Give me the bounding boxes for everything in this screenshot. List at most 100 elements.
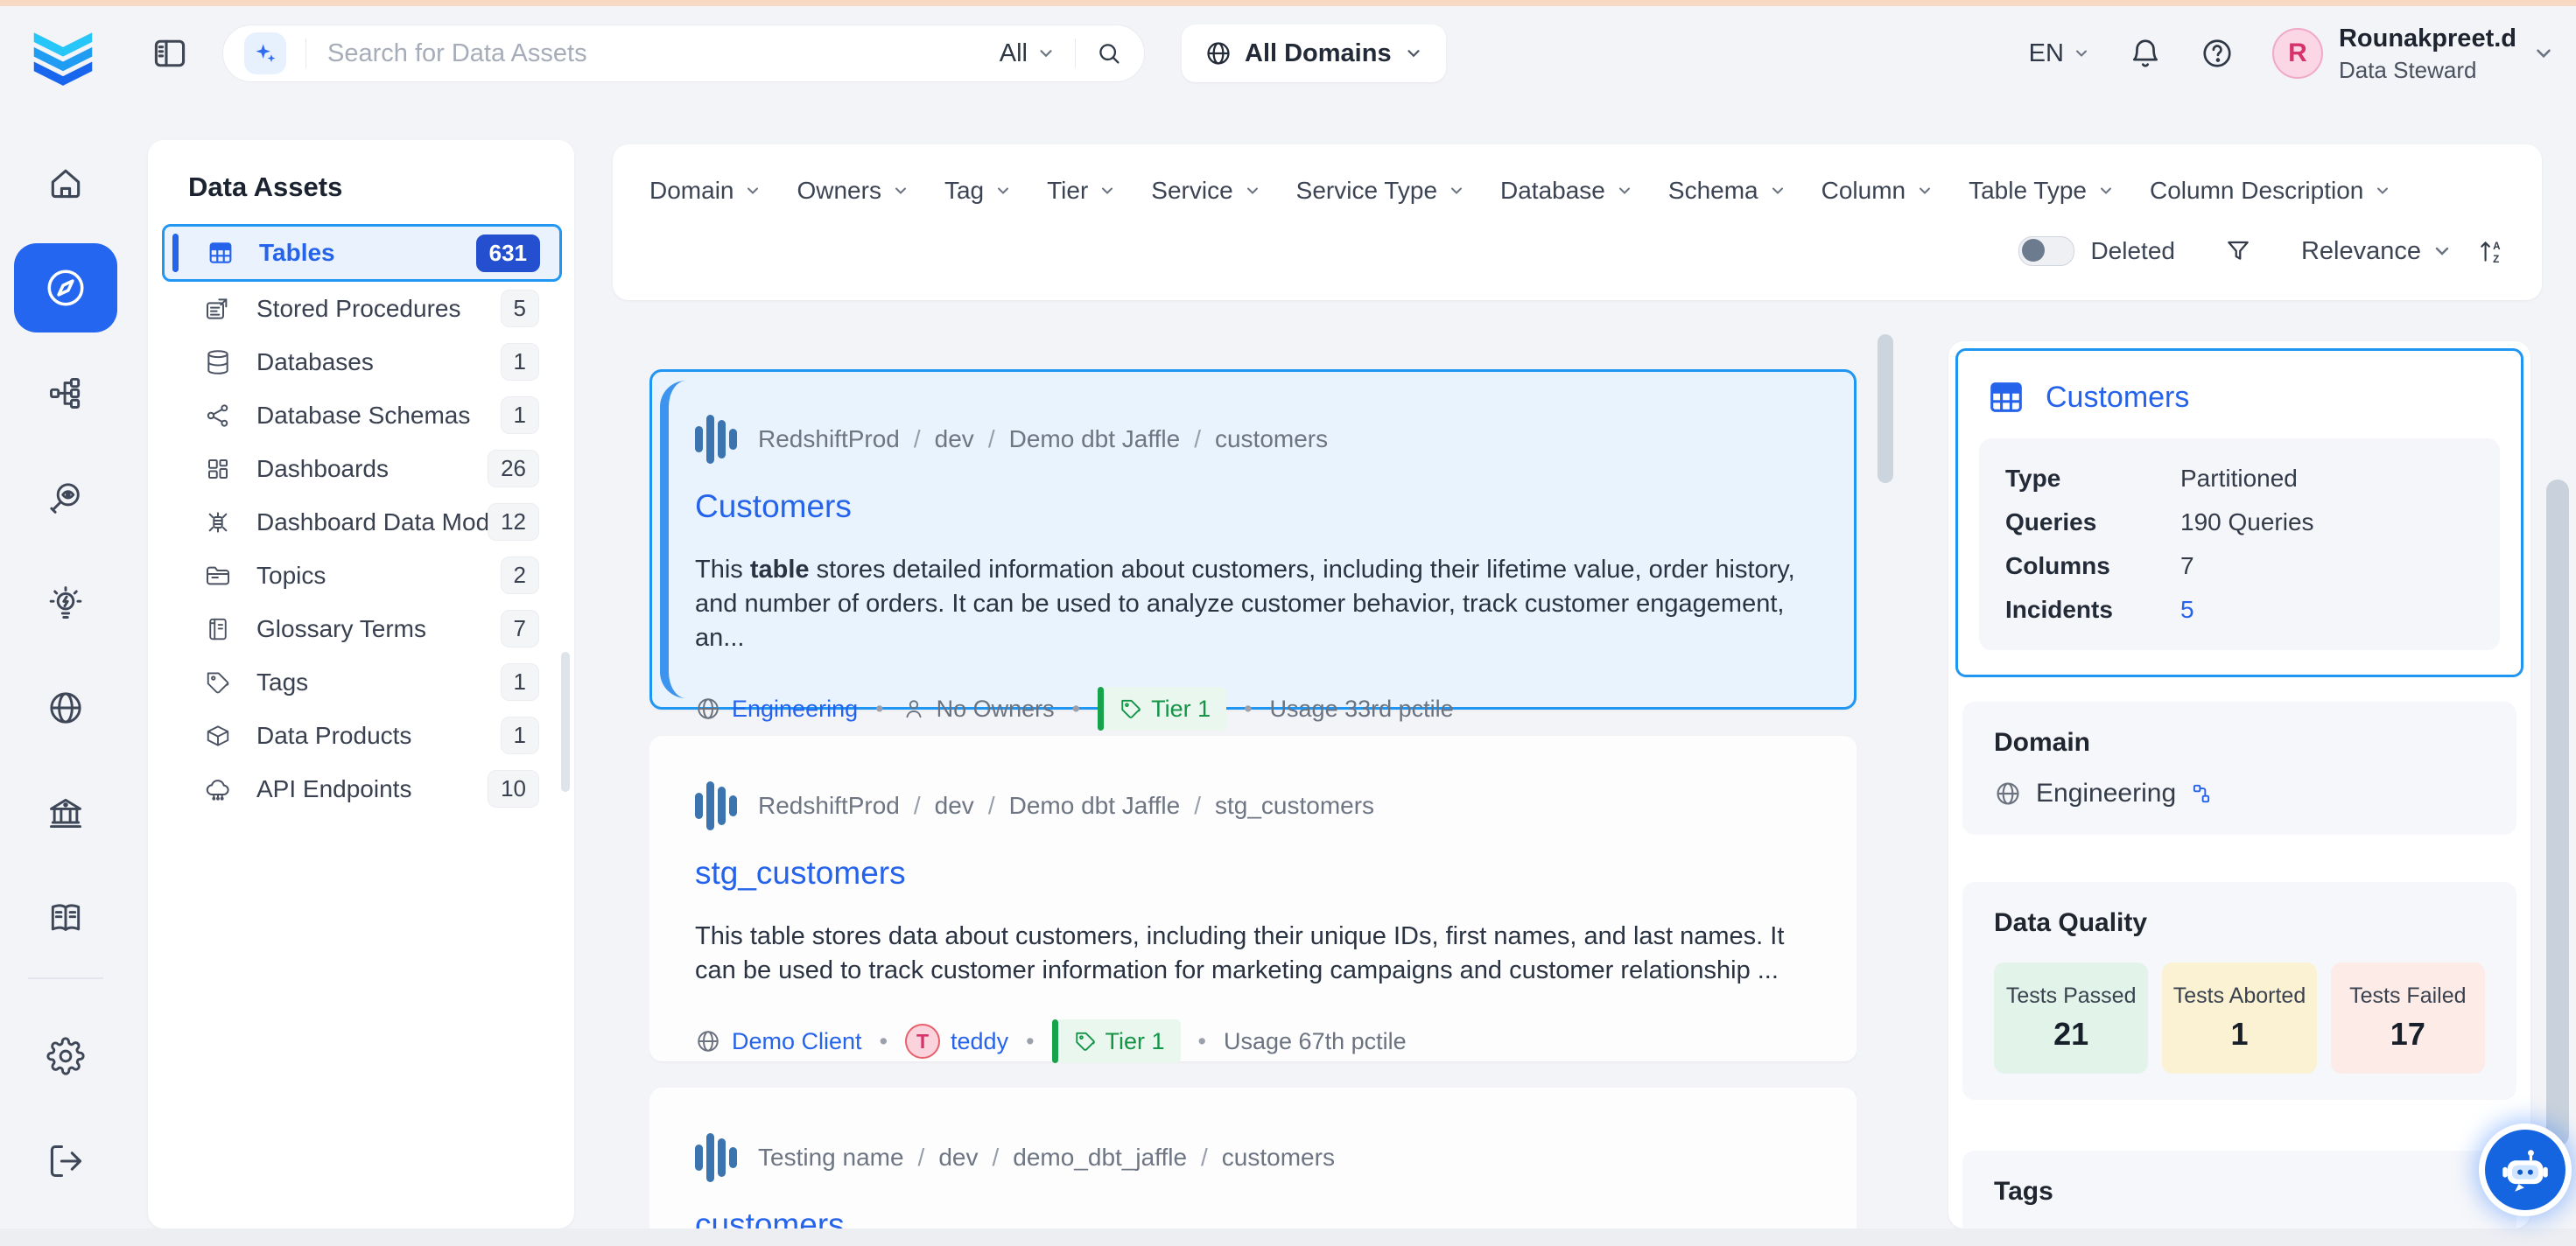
notifications-bell-icon[interactable] bbox=[2129, 37, 2162, 70]
asset-type-databases[interactable]: Databases 1 bbox=[148, 335, 574, 388]
breadcrumb-segment[interactable]: Demo dbt Jaffle bbox=[1009, 792, 1181, 820]
filter-service[interactable]: Service bbox=[1151, 177, 1260, 205]
asset-type-glossary-terms[interactable]: Glossary Terms 7 bbox=[148, 602, 574, 655]
preview-data-quality-card: Data Quality Tests Passed 21 Tests Abort… bbox=[1962, 882, 2516, 1100]
nav-glossary-icon[interactable] bbox=[41, 893, 90, 942]
breadcrumb-segment[interactable]: dev bbox=[938, 1144, 978, 1172]
filter-schema[interactable]: Schema bbox=[1668, 177, 1786, 205]
search-input[interactable] bbox=[326, 38, 1000, 69]
sidebar-toggle-icon[interactable] bbox=[151, 34, 189, 73]
breadcrumb-segment[interactable]: Demo dbt Jaffle bbox=[1009, 425, 1181, 453]
data-quality-grid: Tests Passed 21 Tests Aborted 1 Tests Fa… bbox=[1994, 962, 2485, 1074]
nav-govern-icon[interactable] bbox=[41, 788, 90, 837]
asset-count-badge: 1 bbox=[501, 343, 539, 381]
asset-type-label: Tables bbox=[259, 239, 476, 267]
nav-lineage-icon[interactable] bbox=[41, 368, 90, 417]
breadcrumb-segment[interactable]: dev bbox=[935, 425, 974, 453]
tag-icon bbox=[1074, 1030, 1097, 1053]
search-icon[interactable] bbox=[1095, 39, 1123, 67]
globe-icon bbox=[695, 1028, 721, 1054]
asset-type-api-endpoints[interactable]: API Endpoints 10 bbox=[148, 762, 574, 816]
asset-type-dashboard-data-models[interactable]: Dashboard Data Models 12 bbox=[148, 495, 574, 549]
page-scrollbar[interactable] bbox=[2546, 480, 2569, 1146]
svg-text:A: A bbox=[2493, 241, 2501, 252]
result-title-link[interactable]: Customers bbox=[695, 488, 1811, 525]
asset-type-stored-procedures[interactable]: Stored Procedures 5 bbox=[148, 282, 574, 335]
tests-passed-box: Tests Passed 21 bbox=[1994, 962, 2148, 1074]
owner-chip[interactable]: T teddy bbox=[905, 1024, 1008, 1059]
asset-type-dashboards[interactable]: Dashboards 26 bbox=[148, 442, 574, 495]
data-quality-heading: Data Quality bbox=[1994, 908, 2485, 938]
nav-settings-icon[interactable] bbox=[41, 1032, 90, 1081]
help-icon[interactable] bbox=[2200, 37, 2234, 70]
breadcrumb-segment[interactable]: dev bbox=[935, 792, 974, 820]
global-search-bar[interactable]: All bbox=[222, 24, 1145, 82]
nav-insights-icon[interactable] bbox=[41, 578, 90, 627]
nav-home-icon[interactable] bbox=[41, 158, 90, 207]
filter-owners[interactable]: Owners bbox=[797, 177, 909, 205]
result-card-customers-testing[interactable]: Testing name/ dev/ demo_dbt_jaffle/ cust… bbox=[649, 1088, 1857, 1228]
asset-type-label: Dashboards bbox=[256, 455, 488, 483]
nav-observability-icon[interactable] bbox=[41, 473, 90, 522]
sort-direction-icon[interactable]: AZ bbox=[2477, 236, 2507, 266]
tier-badge[interactable]: Tier 1 bbox=[1052, 1019, 1181, 1063]
collate-logo[interactable] bbox=[30, 20, 96, 87]
sort-by-dropdown[interactable]: Relevance bbox=[2301, 237, 2453, 266]
filter-column[interactable]: Column bbox=[1821, 177, 1934, 205]
domain-value-row[interactable]: Engineering bbox=[1994, 779, 2485, 808]
filter-domain[interactable]: Domain bbox=[649, 177, 762, 205]
table-entity-icon bbox=[695, 780, 737, 832]
header-right-cluster: EN R Rounakpreet.d Data Steward bbox=[2029, 23, 2555, 85]
breadcrumb-segment[interactable]: demo_dbt_jaffle bbox=[1013, 1144, 1187, 1172]
breadcrumb-segment[interactable]: customers bbox=[1222, 1144, 1335, 1172]
result-card-customers[interactable]: RedshiftProd/ dev/ Demo dbt Jaffle/ cust… bbox=[649, 369, 1857, 710]
breadcrumb-segment[interactable]: Testing name bbox=[758, 1144, 904, 1172]
owner-name: teddy bbox=[951, 1028, 1008, 1055]
tier-badge[interactable]: Tier 1 bbox=[1098, 687, 1226, 731]
asset-type-database-schemas[interactable]: Database Schemas 1 bbox=[148, 388, 574, 442]
asset-type-tags[interactable]: Tags 1 bbox=[148, 655, 574, 709]
filter-database[interactable]: Database bbox=[1500, 177, 1633, 205]
ai-chat-assistant-button[interactable] bbox=[2485, 1130, 2565, 1210]
asset-count-badge: 2 bbox=[501, 556, 539, 594]
usage-percentile: Usage 67th pctile bbox=[1224, 1028, 1407, 1055]
assets-scrollbar[interactable] bbox=[561, 652, 570, 792]
breadcrumb-segment[interactable]: stg_customers bbox=[1215, 792, 1374, 820]
asset-type-data-products[interactable]: Data Products 1 bbox=[148, 709, 574, 762]
chevron-down-icon bbox=[1769, 182, 1786, 200]
breadcrumb-segment[interactable]: RedshiftProd bbox=[758, 425, 900, 453]
asset-type-tables[interactable]: Tables 631 bbox=[162, 224, 562, 282]
nav-explore-icon[interactable] bbox=[14, 243, 117, 332]
filter-funnel-icon[interactable] bbox=[2224, 237, 2252, 265]
domain-chip[interactable]: Demo Client bbox=[695, 1028, 862, 1055]
asset-type-label: Databases bbox=[256, 348, 501, 376]
all-domains-dropdown[interactable]: All Domains bbox=[1182, 24, 1446, 82]
language-selector[interactable]: EN bbox=[2029, 39, 2090, 68]
filter-column-description[interactable]: Column Description bbox=[2150, 177, 2391, 205]
search-scope-dropdown[interactable]: All bbox=[1000, 39, 1056, 68]
result-card-stg-customers[interactable]: RedshiftProd/ dev/ Demo dbt Jaffle/ stg_… bbox=[649, 736, 1857, 1061]
filter-tag[interactable]: Tag bbox=[944, 177, 1012, 205]
filter-panel: Domain Owners Tag Tier Service Service T… bbox=[613, 144, 2542, 300]
results-scrollbar[interactable] bbox=[1878, 334, 1893, 483]
filter-service-type[interactable]: Service Type bbox=[1296, 177, 1465, 205]
ai-sparkle-icon[interactable] bbox=[244, 32, 286, 74]
filter-table-type[interactable]: Table Type bbox=[1969, 177, 2115, 205]
nav-logout-icon[interactable] bbox=[41, 1137, 90, 1186]
asset-type-label: Glossary Terms bbox=[256, 615, 501, 643]
deleted-toggle[interactable] bbox=[2018, 236, 2074, 266]
result-title-link[interactable]: customers bbox=[695, 1207, 1811, 1228]
user-menu[interactable]: R Rounakpreet.d Data Steward bbox=[2272, 23, 2555, 85]
filter-tier[interactable]: Tier bbox=[1047, 177, 1116, 205]
domain-chip[interactable]: Engineering bbox=[695, 696, 858, 723]
nav-domains-icon[interactable] bbox=[41, 683, 90, 732]
preview-title-link[interactable]: Customers bbox=[2046, 381, 2189, 415]
breadcrumb-segment[interactable]: customers bbox=[1215, 425, 1328, 453]
result-title-link[interactable]: stg_customers bbox=[695, 855, 1811, 892]
stat-value-incidents-link[interactable]: 5 bbox=[2180, 596, 2194, 624]
domain-value: Engineering bbox=[2036, 779, 2176, 808]
breadcrumb-segment[interactable]: RedshiftProd bbox=[758, 792, 900, 820]
tags-heading: Tags bbox=[1994, 1177, 2485, 1207]
globe-icon bbox=[695, 696, 721, 722]
asset-type-topics[interactable]: Topics 2 bbox=[148, 549, 574, 602]
